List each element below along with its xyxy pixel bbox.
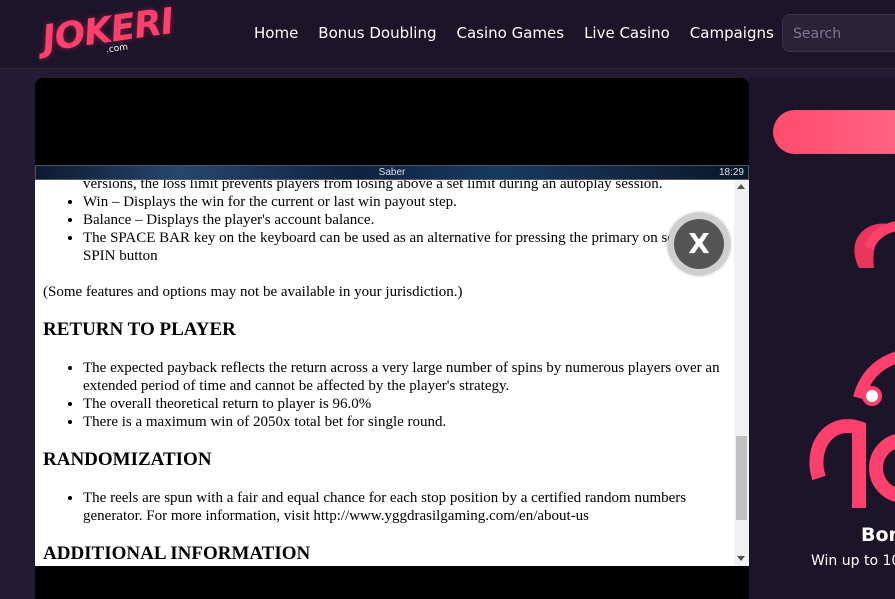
nav-live-casino[interactable]: Live Casino: [584, 24, 670, 42]
feature-list: versions, the loss limit prevents player…: [43, 180, 723, 265]
game-title-bar: Saber 18:29: [35, 165, 749, 180]
list-item: The reels are spun with a fair and equal…: [83, 489, 723, 525]
nav-casino-games[interactable]: Casino Games: [456, 24, 564, 42]
list-item: versions, the loss limit prevents player…: [83, 180, 663, 192]
list-item: The overall theoretical return to player…: [83, 395, 723, 413]
search-input[interactable]: [791, 25, 895, 43]
promo-button[interactable]: [773, 110, 895, 154]
game-frame[interactable]: Saber 18:29 versions, the loss limit pre…: [35, 78, 749, 599]
scroll-thumb[interactable]: [736, 436, 747, 520]
jester-logo-art: [809, 221, 895, 508]
heading-additional-information: ADDITIONAL INFORMATION: [43, 543, 311, 564]
nav-home[interactable]: Home: [254, 24, 298, 42]
game-clock: 18:29: [718, 167, 744, 178]
close-help-button[interactable]: X: [668, 213, 730, 275]
randomization-list: The reels are spun with a fair and equal…: [43, 489, 723, 525]
list-item: There is a maximum win of 2050x total be…: [83, 413, 723, 431]
site-header: JOKERI .com Home Bonus Doubling Casino G…: [0, 0, 895, 69]
promo-subtitle: Win up to 10: [811, 553, 895, 569]
promo-panel: Bon Win up to 10: [749, 78, 895, 599]
game-title: Saber: [378, 167, 406, 178]
heading-return-to-player: RETURN TO PLAYER: [43, 319, 236, 340]
scroll-down-icon[interactable]: [737, 556, 745, 561]
close-icon: X: [674, 219, 724, 269]
rtp-list: The expected payback reflects the return…: [43, 359, 723, 431]
game-help-panel[interactable]: versions, the loss limit prevents player…: [35, 180, 749, 566]
list-item: The expected payback reflects the return…: [83, 359, 723, 395]
logo-sub: .com: [105, 42, 129, 56]
search-box[interactable]: [782, 14, 895, 52]
list-item: Balance – Displays the player's account …: [83, 211, 723, 229]
list-item: The SPACE BAR key on the keyboard can be…: [83, 229, 723, 265]
scroll-up-icon[interactable]: [737, 184, 745, 189]
promo-title: Bon: [861, 524, 895, 546]
nav-bonus-doubling[interactable]: Bonus Doubling: [318, 24, 436, 42]
heading-randomization: RANDOMIZATION: [43, 449, 212, 470]
main-nav: Home Bonus Doubling Casino Games Live Ca…: [254, 24, 774, 42]
list-item: Win – Displays the win for the current o…: [83, 193, 723, 211]
jokeri-logo[interactable]: JOKERI .com: [40, 1, 176, 64]
nav-campaigns[interactable]: Campaigns: [690, 24, 774, 42]
help-content: versions, the loss limit prevents player…: [43, 180, 723, 565]
jurisdiction-note: (Some features and options may not be av…: [43, 284, 463, 300]
help-scrollbar[interactable]: [734, 180, 749, 566]
